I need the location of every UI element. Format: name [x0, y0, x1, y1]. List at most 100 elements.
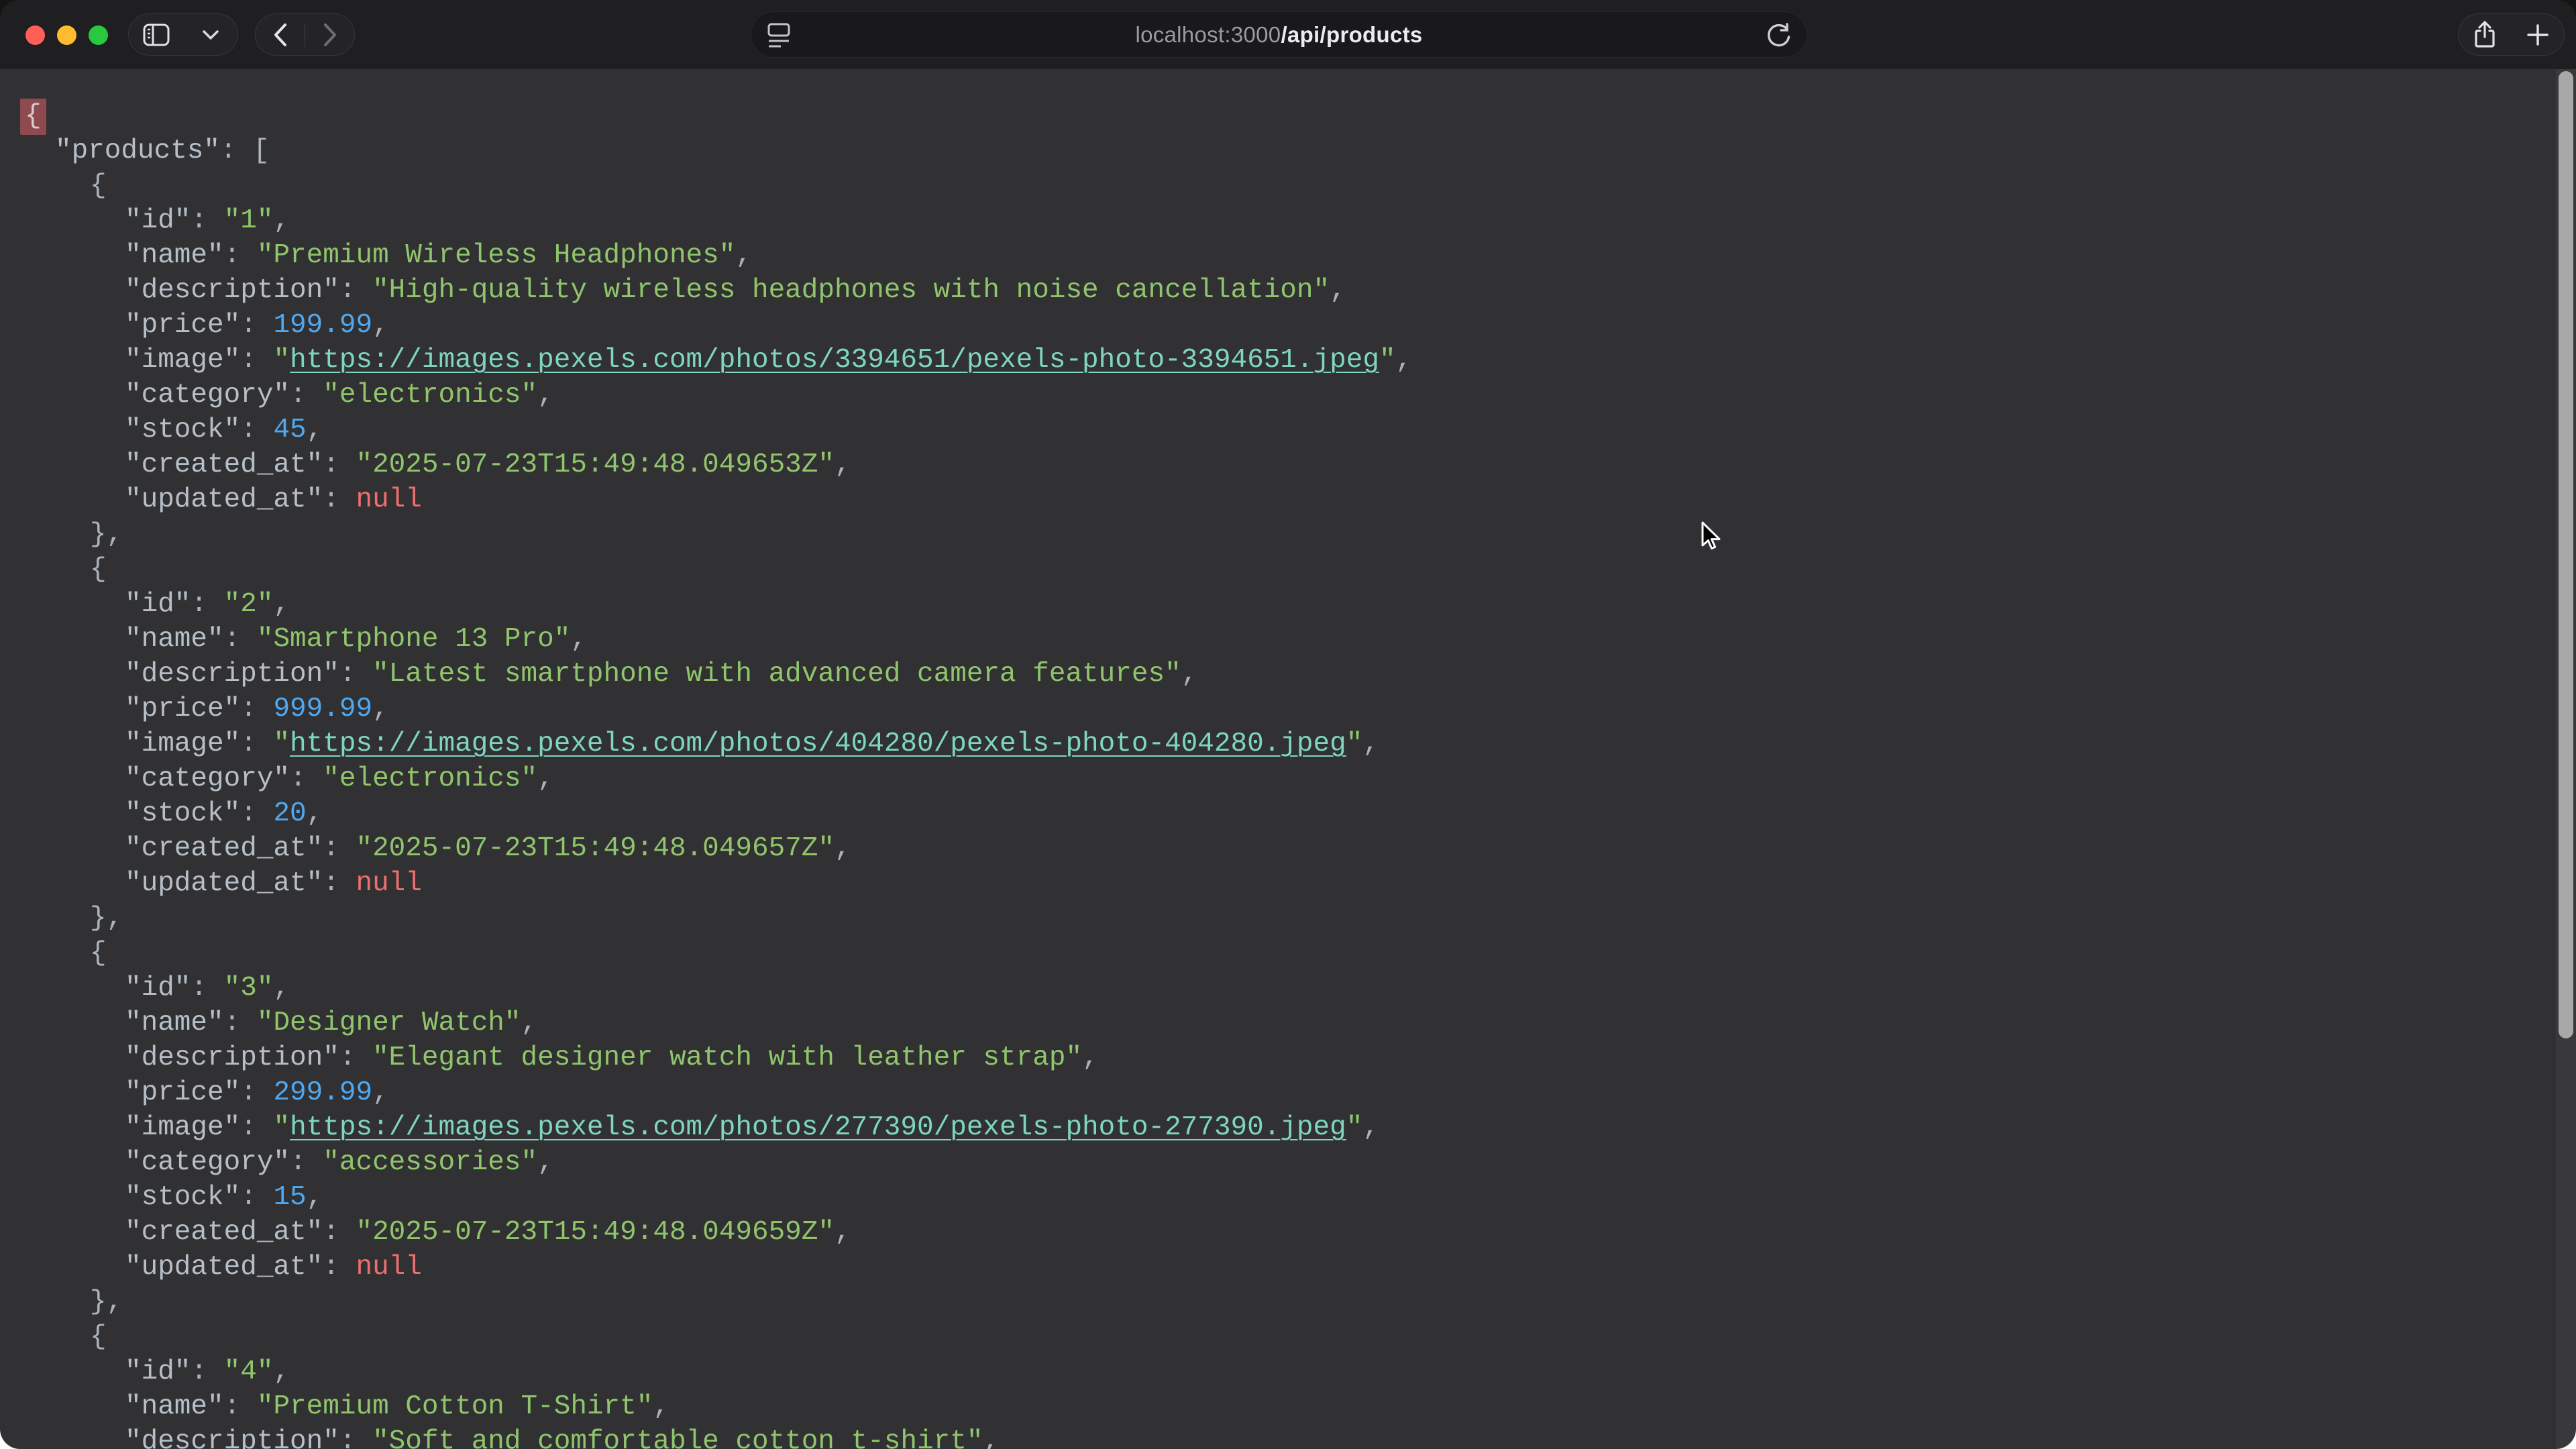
json-key: "id" — [125, 1356, 191, 1387]
json-punct: , — [273, 589, 290, 620]
json-punct: , — [372, 310, 389, 341]
tab-group-chevron-button[interactable] — [183, 14, 237, 55]
json-string: "Soft and comfortable cotton t-shirt" — [372, 1426, 983, 1449]
json-punct: , — [307, 1182, 323, 1213]
json-null: null — [356, 868, 421, 899]
json-punct: }, — [90, 1287, 123, 1318]
json-key: "id" — [125, 589, 191, 620]
json-line: "created_at": "2025-07-23T15:49:48.04965… — [20, 447, 2576, 482]
share-button[interactable] — [2459, 14, 2512, 55]
reload-button[interactable] — [1766, 22, 1792, 48]
json-string: "accessories" — [323, 1147, 537, 1178]
address-bar[interactable]: localhost:3000/api/products — [751, 11, 1807, 58]
json-punct: : — [240, 798, 273, 829]
json-string: "2025-07-23T15:49:48.049659Z" — [356, 1217, 835, 1248]
back-button[interactable] — [256, 14, 305, 55]
json-line: { — [20, 552, 2576, 587]
sidebar-toggle-button[interactable] — [129, 14, 183, 55]
json-punct: , — [835, 1217, 851, 1248]
json-punct: : — [240, 1182, 273, 1213]
json-null: null — [356, 1252, 421, 1283]
json-punct: }, — [90, 519, 123, 550]
json-punct: : — [240, 345, 273, 376]
json-string: "Elegant designer watch with leather str… — [372, 1042, 1082, 1073]
json-string: "4" — [224, 1356, 274, 1387]
json-line: "category": "electronics", — [20, 761, 2576, 796]
json-punct: : — [240, 1077, 273, 1108]
json-line: "name": "Designer Watch", — [20, 1006, 2576, 1040]
json-string: "Premium Wireless Headphones" — [257, 240, 736, 271]
actions-button-group — [2458, 13, 2565, 56]
json-key: "price" — [125, 694, 240, 724]
json-line: "stock": 15, — [20, 1180, 2576, 1215]
json-punct: , — [372, 1077, 389, 1108]
json-punct: , — [537, 1147, 554, 1178]
json-punct: , — [835, 449, 851, 480]
json-line: "updated_at": null — [20, 866, 2576, 901]
json-punct: { — [90, 1322, 107, 1352]
json-line: { — [20, 1320, 2576, 1354]
json-string: "Premium Cotton T-Shirt" — [257, 1391, 653, 1422]
json-string: "Smartphone 13 Pro" — [257, 624, 570, 655]
json-key: "updated_at" — [125, 1252, 323, 1283]
json-punct: , — [521, 1008, 538, 1038]
scrollbar-track[interactable] — [2556, 69, 2576, 1449]
json-line: }, — [20, 901, 2576, 936]
json-line: "products": [ — [20, 133, 2576, 168]
json-key: "name" — [125, 624, 224, 655]
json-link[interactable]: https://images.pexels.com/photos/404280/… — [290, 729, 1346, 759]
json-line: "image": "https://images.pexels.com/phot… — [20, 343, 2576, 378]
json-link[interactable]: https://images.pexels.com/photos/277390/… — [290, 1112, 1346, 1143]
json-line: }, — [20, 1285, 2576, 1320]
json-key: "price" — [125, 310, 240, 341]
page-settings-icon[interactable] — [766, 21, 792, 48]
json-line: "id": "1", — [20, 203, 2576, 238]
json-key: "description" — [125, 1042, 339, 1073]
json-punct: : — [240, 310, 273, 341]
json-key: "updated_at" — [125, 484, 323, 515]
scrollbar-thumb[interactable] — [2559, 71, 2573, 1038]
json-line: "updated_at": null — [20, 1250, 2576, 1285]
json-string: "2025-07-23T15:49:48.049653Z" — [356, 449, 835, 480]
json-key: "created_at" — [125, 449, 323, 480]
json-key: "created_at" — [125, 1217, 323, 1248]
json-punct: , — [273, 205, 290, 236]
json-punct: , — [273, 1356, 290, 1387]
chevron-down-icon — [202, 30, 219, 40]
json-punct: , — [372, 694, 389, 724]
url-host: localhost:3000 — [1135, 22, 1281, 47]
json-link[interactable]: https://images.pexels.com/photos/3394651… — [290, 345, 1379, 376]
forward-icon — [323, 23, 337, 47]
forward-button[interactable] — [305, 14, 354, 55]
json-key: "stock" — [125, 798, 240, 829]
json-punct: : — [240, 1112, 273, 1143]
json-punct: : — [339, 1042, 372, 1073]
json-number: 20 — [273, 798, 306, 829]
minimize-button[interactable] — [57, 25, 76, 45]
json-punct: : — [290, 380, 323, 411]
json-punct: , — [653, 1391, 669, 1422]
json-punct: { — [90, 170, 107, 201]
sidebar-button-group — [128, 13, 238, 56]
json-punct: : — [224, 1008, 257, 1038]
json-line: "created_at": "2025-07-23T15:49:48.04965… — [20, 831, 2576, 866]
json-line: }, — [20, 517, 2576, 552]
json-line: { — [20, 168, 2576, 203]
json-number: 15 — [273, 1182, 306, 1213]
browser-window: localhost:3000/api/products — [0, 0, 2576, 1449]
json-punct: , — [537, 380, 554, 411]
json-key: "stock" — [125, 1182, 240, 1213]
close-button[interactable] — [25, 25, 45, 45]
json-punct: : — [323, 1252, 356, 1283]
json-key: "id" — [125, 205, 191, 236]
json-key: "category" — [125, 380, 290, 411]
new-tab-button[interactable] — [2512, 14, 2565, 55]
url-path: /api/products — [1281, 22, 1422, 47]
json-key: "products" — [55, 136, 220, 166]
json-string: "3" — [224, 973, 274, 1004]
page-content: {"products": [{"id": "1","name": "Premiu… — [0, 69, 2576, 1449]
json-punct: : — [323, 449, 356, 480]
url-text[interactable]: localhost:3000/api/products — [792, 22, 1766, 48]
json-key: "updated_at" — [125, 868, 323, 899]
fullscreen-button[interactable] — [89, 25, 108, 45]
